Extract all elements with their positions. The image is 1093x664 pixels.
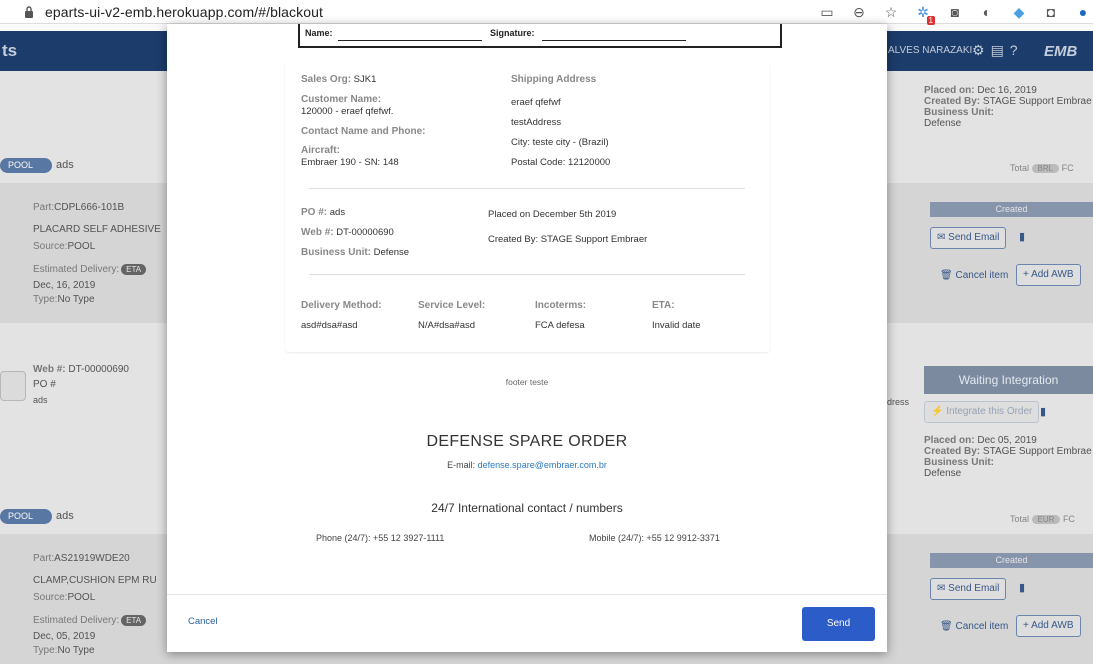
web-number: Web #: DT-00000690 (301, 227, 394, 238)
modal-footer: Cancel Send (167, 594, 887, 652)
name-label: Name: (305, 28, 333, 38)
shipping-address-label: Shipping Address (511, 74, 597, 85)
profile-icon[interactable]: ● (1073, 2, 1093, 22)
shipping-postal-code: Postal Code: 12120000 (511, 157, 611, 168)
delivery-method-label: Delivery Method: (301, 300, 382, 311)
aircraft-value: Embraer 190 - SN: 148 (301, 157, 399, 168)
order-title: DEFENSE SPARE ORDER (426, 433, 628, 450)
customer-name-label: Customer Name: (301, 94, 382, 105)
modal-body: Name: Signature: Sales Org: SJK1 Custome… (180, 24, 874, 569)
service-level-value: N/A#dsa#asd (418, 320, 476, 331)
extension-icon-4[interactable]: ◆ (1009, 2, 1029, 22)
contact-label: Contact Name and Phone: (301, 126, 426, 137)
delivery-method-value: asd#dsa#asd (301, 320, 358, 331)
shipping-street: testAddress (511, 117, 562, 128)
browser-icons: ▭ ⊖ ☆ ✲ 1 ◙ ◐ ◆ ◘ ● (817, 2, 1093, 25)
lock-icon (25, 6, 33, 18)
extension-icon-3[interactable]: ◐ (977, 2, 997, 22)
placed-on: Placed on December 5th 2019 (488, 209, 617, 220)
incoterms-value: FCA defesa (535, 320, 585, 331)
created-by: Created By: STAGE Support Embraer (488, 234, 648, 245)
name-line (338, 40, 482, 41)
order-document: Sales Org: SJK1 Customer Name: 120000 - … (285, 60, 770, 352)
bookmark-star-icon[interactable]: ☆ (881, 2, 901, 22)
divider (309, 188, 745, 189)
zoom-icon[interactable]: ⊖ (849, 2, 869, 22)
email-line: E-mail: defense.spare@embraer.com.br (447, 460, 607, 470)
cancel-button[interactable]: Cancel (188, 616, 218, 627)
browser-toolbar: eparts-ui-v2-emb.herokuapp.com/#/blackou… (0, 0, 1093, 25)
eta-value: Invalid date (652, 320, 701, 331)
contact-title: 24/7 International contact / numbers (431, 501, 623, 515)
mobile-number: Mobile (24/7): +55 12 9912-3371 (589, 533, 720, 543)
extension-icon[interactable]: ✲ 1 (913, 2, 935, 25)
customer-name-value: 120000 - eraef qfefwf. (301, 106, 394, 117)
email-link[interactable]: defense.spare@embraer.com.br (478, 460, 607, 470)
order-preview-modal: Name: Signature: Sales Org: SJK1 Custome… (167, 24, 887, 652)
address-bar[interactable]: eparts-ui-v2-emb.herokuapp.com/#/blackou… (45, 4, 323, 20)
shield-icon[interactable]: ◘ (1041, 2, 1061, 22)
divider (309, 274, 745, 275)
cast-icon[interactable]: ▭ (817, 2, 837, 22)
signature-label: Signature: (490, 28, 535, 38)
signature-line (542, 40, 686, 41)
incoterms-label: Incoterms: (535, 300, 587, 311)
extension-icon-2[interactable]: ◙ (945, 2, 965, 22)
footer-text: footer teste (505, 377, 549, 387)
shipping-city: City: teste city - (Brazil) (511, 137, 609, 148)
shipping-name: eraef qfefwf (511, 97, 561, 108)
business-unit: Business Unit: Defense (301, 247, 410, 258)
sales-org: Sales Org: SJK1 (301, 74, 377, 85)
signature-box: Name: Signature: (298, 24, 782, 48)
aircraft-label: Aircraft: (301, 145, 340, 156)
eta-label: ETA: (652, 300, 675, 311)
po-number: PO #: ads (301, 207, 346, 218)
send-button[interactable]: Send (802, 607, 875, 641)
phone-number: Phone (24/7): +55 12 3927-1111 (316, 533, 445, 543)
service-level-label: Service Level: (418, 300, 486, 311)
